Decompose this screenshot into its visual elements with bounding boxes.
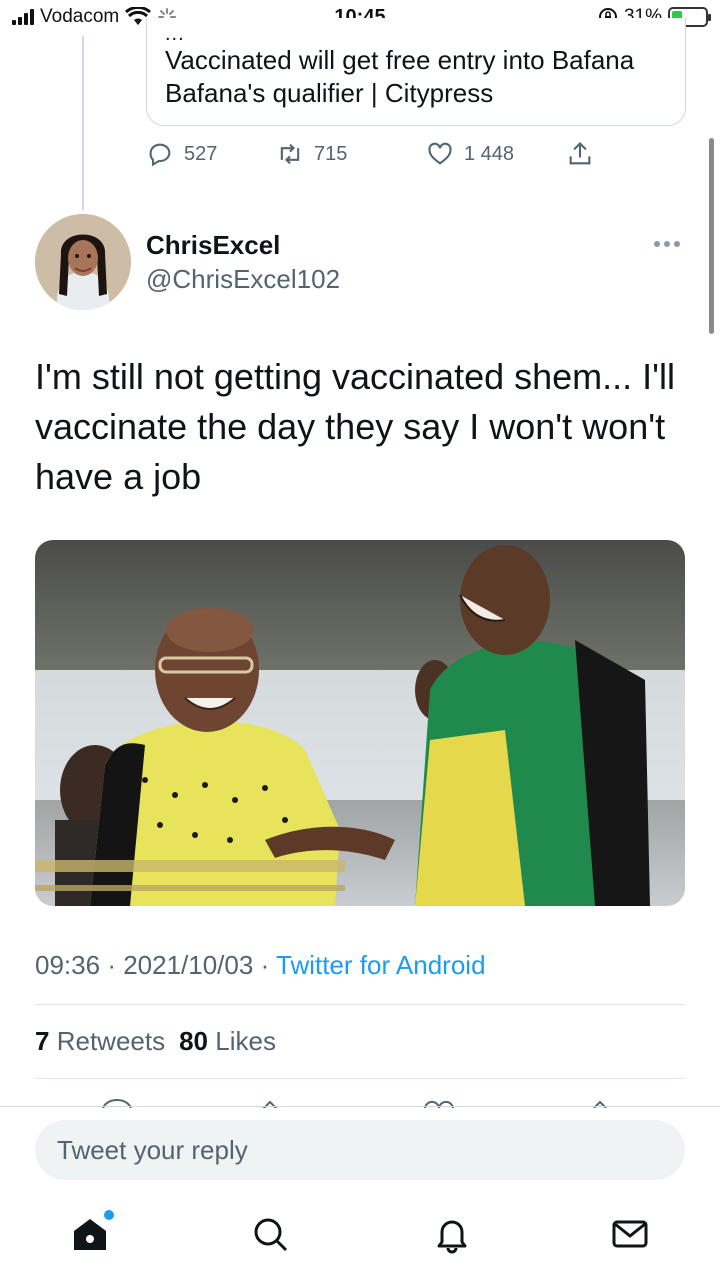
tweet-photo[interactable]	[35, 540, 685, 906]
link-card-headline: Vaccinated will get free entry into Bafa…	[165, 45, 635, 108]
divider	[35, 1004, 685, 1005]
tab-messages[interactable]	[610, 1214, 650, 1254]
bottom-tab-bar	[0, 1204, 720, 1268]
tweet-source-link[interactable]: Twitter for Android	[276, 950, 486, 980]
tab-search[interactable]	[250, 1214, 290, 1254]
retweets-label: Retweets	[56, 1026, 166, 1056]
retweets-stat[interactable]: 7 Retweets	[35, 1026, 165, 1057]
search-icon	[254, 1218, 288, 1252]
tweet-text: I'm still not getting vaccinated shem...…	[35, 356, 676, 497]
tab-notifications[interactable]	[432, 1214, 472, 1254]
share-button[interactable]	[566, 140, 594, 168]
previous-tweet-actions: 527 715 1 448	[146, 140, 606, 172]
like-count: 1 448	[464, 142, 515, 165]
share-icon	[569, 142, 591, 165]
home-notification-dot	[104, 1210, 114, 1220]
divider	[35, 1078, 685, 1079]
retweets-count: 7	[35, 1026, 50, 1056]
tab-home[interactable]	[70, 1210, 114, 1254]
link-card-clipped-text: ...	[165, 28, 185, 40]
home-icon	[74, 1219, 106, 1250]
tweet-meta: 09:36 · 2021/10/03 · Twitter for Android	[35, 950, 486, 981]
meta-separator: ·	[107, 950, 124, 980]
retweet-count: 715	[314, 142, 348, 165]
scrollbar[interactable]	[709, 138, 714, 334]
tweet-stats: 7 Retweets 80 Likes	[35, 1026, 276, 1057]
thread-line	[82, 36, 84, 210]
more-options-icon[interactable]	[654, 236, 684, 252]
retweet-icon	[280, 143, 300, 165]
bell-icon	[437, 1220, 467, 1254]
like-button[interactable]: 1 448	[426, 140, 514, 168]
tweet-date: 2021/10/03	[123, 950, 254, 980]
photo-illustration	[35, 540, 685, 906]
avatar-image	[35, 214, 131, 310]
reply-count: 527	[184, 142, 218, 165]
retweet-button[interactable]: 715	[276, 140, 347, 168]
likes-count: 80	[179, 1026, 209, 1056]
author-handle[interactable]: @ChrisExcel102	[146, 264, 340, 295]
meta-separator: ·	[260, 950, 276, 980]
heart-icon	[428, 142, 452, 165]
likes-label: Likes	[215, 1026, 276, 1056]
reply-icon	[149, 143, 171, 167]
reply-input[interactable]: Tweet your reply	[35, 1120, 685, 1180]
reply-button[interactable]: 527	[146, 140, 217, 168]
likes-stat[interactable]: 80 Likes	[179, 1026, 276, 1057]
author-name[interactable]: ChrisExcel	[146, 230, 280, 261]
mail-icon	[612, 1220, 648, 1248]
tweet-time: 09:36	[35, 950, 101, 980]
avatar[interactable]	[35, 214, 131, 310]
divider	[0, 1106, 720, 1107]
link-preview-card[interactable]: ... Vaccinated will get free entry into …	[146, 18, 686, 126]
